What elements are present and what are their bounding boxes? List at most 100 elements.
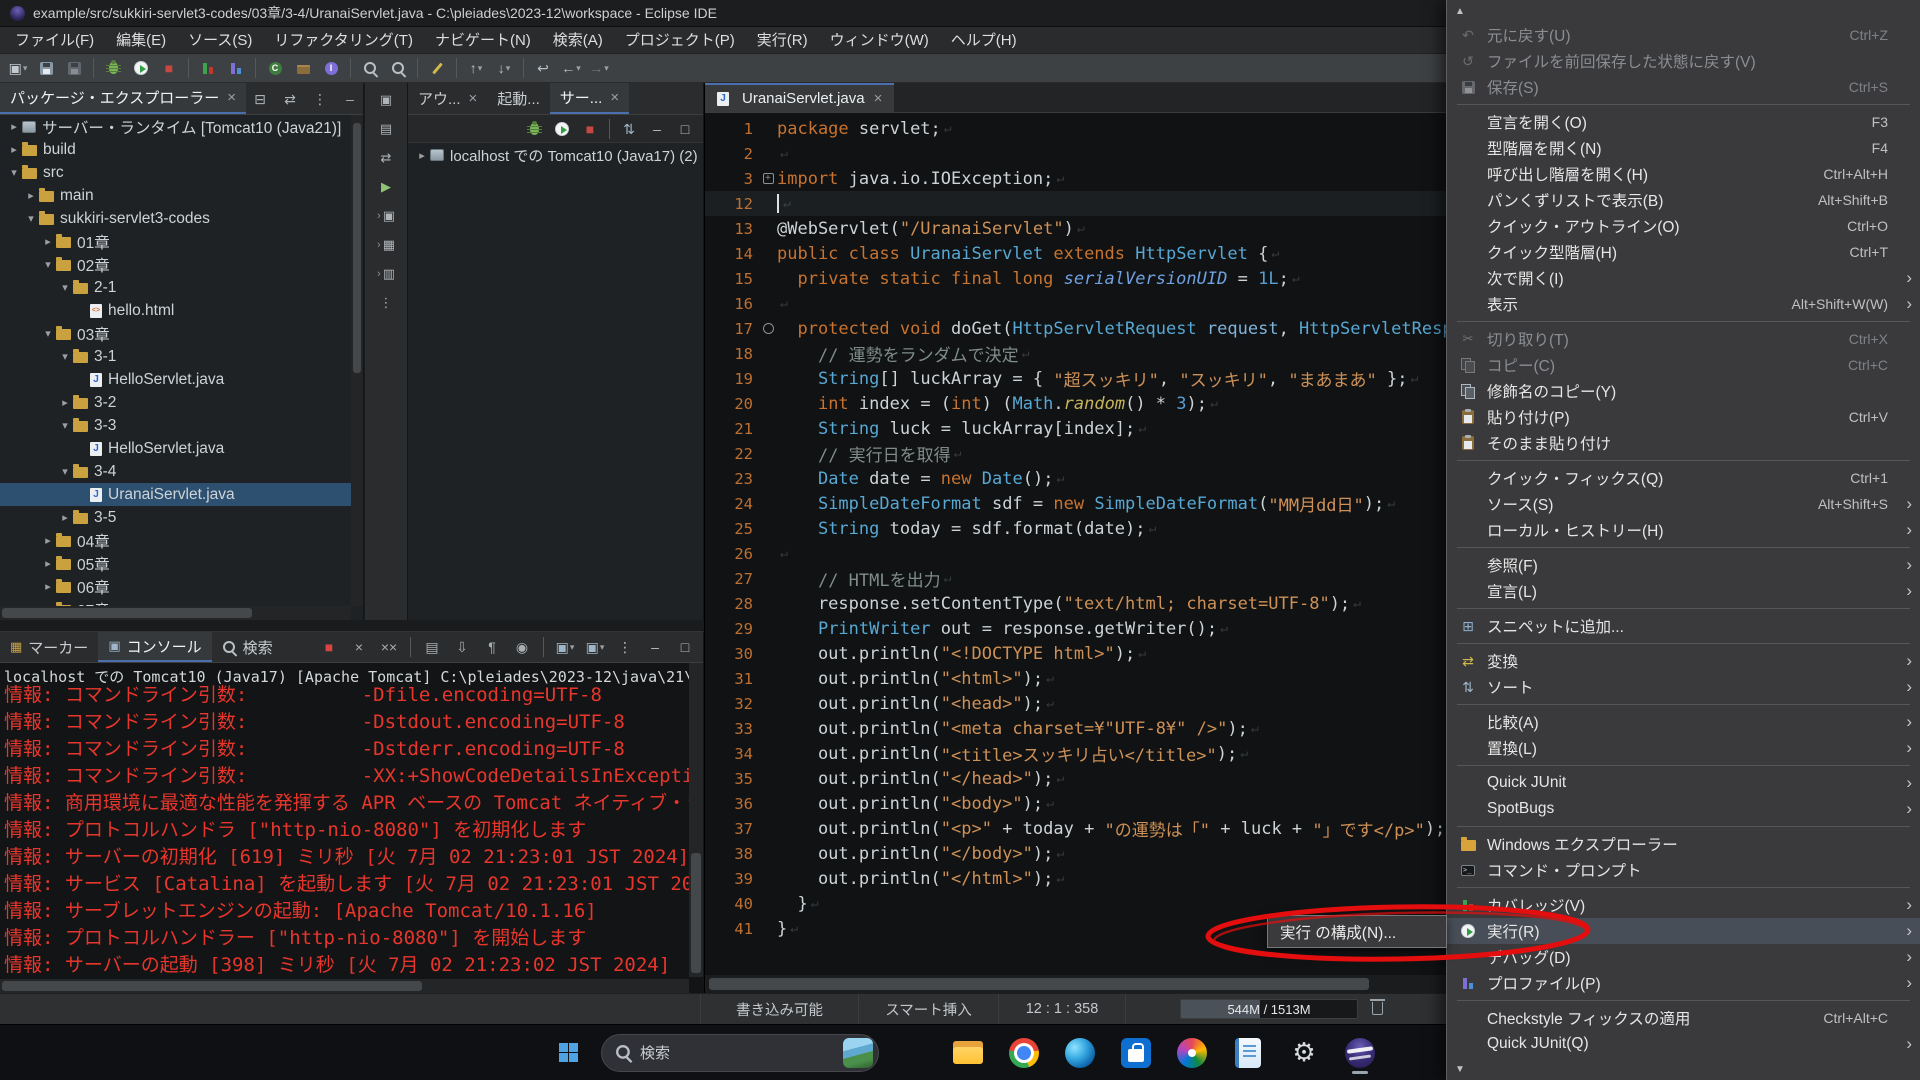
menu-item-quick-junit-q[interactable]: Quick JUnit(Q) › <box>1447 1031 1920 1057</box>
tree-item-hello-html[interactable]: hello.html <box>0 299 351 322</box>
tree-item-3-2[interactable]: ▸ 3-2 <box>0 391 351 414</box>
taskbar-edge-icon[interactable] <box>1057 1030 1103 1076</box>
menu-item-open-call-hierarchy[interactable]: 呼び出し階層を開く(H) Ctrl+Alt+H <box>1447 161 1920 187</box>
menu-item-convert[interactable]: 変換 › <box>1447 648 1920 674</box>
taskbar-settings-icon[interactable] <box>1281 1030 1327 1076</box>
fold-collapsed-icon[interactable]: + <box>762 173 774 184</box>
console-scroll-lock-button[interactable]: ⇩ <box>449 635 475 659</box>
menu-scroll-down[interactable]: ▼ <box>1447 1058 1920 1080</box>
tree-item-ch04[interactable]: ▸ 04章 <box>0 529 351 552</box>
console-remove-all-launches-button[interactable]: ×× <box>376 635 402 659</box>
tree-item-ch06[interactable]: ▸ 06章 <box>0 575 351 598</box>
fold-expandable-icon[interactable] <box>762 323 774 334</box>
toolbar-search-button[interactable] <box>357 56 383 80</box>
menu-item-open-type-hierarchy[interactable]: 型階層を開く(N) F4 <box>1447 135 1920 161</box>
close-icon[interactable]: × <box>874 90 883 107</box>
tree-item-3-4[interactable]: ▾ 3-4 <box>0 460 351 483</box>
menu-item-open-declaration[interactable]: 宣言を開く(O) F3 <box>1447 109 1920 135</box>
menubar-item-source[interactable]: ソース(S) <box>177 27 263 54</box>
menu-item-checkstyle-fix[interactable]: Checkstyle フィックスの適用 Ctrl+Alt+C <box>1447 1005 1920 1031</box>
menu-item-copy-qualified-name[interactable]: 修飾名のコピー(Y) <box>1447 378 1920 404</box>
menu-scroll-up[interactable]: ▲ <box>1447 0 1920 22</box>
menu-item-paste-as-is[interactable]: そのまま貼り付け <box>1447 430 1920 456</box>
tab-markers[interactable]: ▦ マーカー <box>0 632 98 662</box>
console-horizontal-scrollbar[interactable] <box>0 979 689 993</box>
close-icon[interactable]: × <box>610 89 619 106</box>
console-word-wrap-button[interactable]: ¶ <box>479 635 505 659</box>
menu-item-source[interactable]: ソース(S) Alt+Shift+S › <box>1447 491 1920 517</box>
menu-item-quick-junit[interactable]: Quick JUnit › <box>1447 770 1920 796</box>
minimized-view-b-button[interactable]: › ▦ <box>369 234 403 256</box>
minimized-view-a-button[interactable]: › ▣ <box>369 205 403 227</box>
tree-item-2-1[interactable]: ▾ 2-1 <box>0 276 351 299</box>
minimized-view-c-button[interactable]: › ▥ <box>369 263 403 285</box>
toolbar-run-button[interactable] <box>128 56 154 80</box>
tree-item-3-3[interactable]: ▾ 3-3 <box>0 414 351 437</box>
tree-item-ch05[interactable]: ▸ 05章 <box>0 552 351 575</box>
menu-item-sort[interactable]: ソート › <box>1447 674 1920 700</box>
tree-item-build[interactable]: ▸ build <box>0 138 351 161</box>
toolbar-new-class-button[interactable] <box>262 56 288 80</box>
tree-item-server-runtime[interactable]: ▸ サーバー・ランタイム [Tomcat10 (Java21)] <box>0 115 351 138</box>
pkg-minimize-button[interactable]: – <box>337 87 363 111</box>
tab-uranaiservlet-java[interactable]: UranaiServlet.java × <box>705 83 895 112</box>
taskbar-eclipse-icon[interactable] <box>1337 1030 1383 1076</box>
menu-item-quick-type-hierarchy[interactable]: クイック型階層(H) Ctrl+T <box>1447 239 1920 265</box>
close-icon[interactable]: × <box>469 90 478 107</box>
console-terminate-button[interactable]: ■ <box>316 635 342 659</box>
run-configurations-flyout[interactable]: 実行 の構成(N)... <box>1267 915 1447 948</box>
console-clear-console-button[interactable]: ▤ <box>419 635 445 659</box>
taskbar-app-window-icon[interactable] <box>889 1030 935 1076</box>
toolbar-stop-button[interactable]: ■ <box>156 56 182 80</box>
menu-item-compare-with[interactable]: 比較(A) › <box>1447 709 1920 735</box>
toolbar-last-edit-location-button[interactable]: ↩ <box>530 56 556 80</box>
taskbar-notepad-icon[interactable] <box>1225 1030 1271 1076</box>
toolbar-new-interface-button[interactable] <box>318 56 344 80</box>
menubar-item-help[interactable]: ヘルプ(H) <box>940 27 1028 54</box>
toolbar-forward-button[interactable]: → ▾ <box>586 56 612 80</box>
menu-item-show-in[interactable]: 表示 Alt+Shift+W(W) › <box>1447 291 1920 317</box>
garbage-collect-icon[interactable] <box>1370 999 1385 1015</box>
console-display-selected-console-button[interactable]: ▣ ▾ <box>552 635 578 659</box>
menubar-item-file[interactable]: ファイル(F) <box>4 27 105 54</box>
menu-item-show-in-breadcrumb[interactable]: パンくずリストで表示(B) Alt+Shift+B <box>1447 187 1920 213</box>
menu-item-spotbugs[interactable]: SpotBugs › <box>1447 796 1920 822</box>
taskbar-photos-icon[interactable] <box>1169 1030 1215 1076</box>
tree-item-ch03[interactable]: ▾ 03章 <box>0 322 351 345</box>
toolbar-new-package-button[interactable] <box>290 56 316 80</box>
toolbar-mark-occurrences-button[interactable] <box>424 56 450 80</box>
console-minimize-button[interactable]: – <box>642 635 668 659</box>
server-item-tomcat-server[interactable]: ▸ localhost での Tomcat10 (Java17) (2) <box>408 143 703 167</box>
tab-outline[interactable]: アウ... × <box>408 83 487 114</box>
close-icon[interactable]: × <box>227 89 236 106</box>
tree-item-ch07[interactable]: ▸07章 <box>0 598 351 606</box>
minimized-view-launch-button[interactable]: ▶ <box>369 176 403 198</box>
tree-item-sukkiri-servlet3-codes[interactable]: ▾ sukkiri-servlet3-codes <box>0 207 351 230</box>
minimized-view-outline-button[interactable]: ▤ <box>369 118 403 140</box>
menu-item-open-with[interactable]: 次で開く(I) › <box>1447 265 1920 291</box>
pkg-view-menu-button[interactable]: ⋮ <box>307 87 333 111</box>
console-vertical-scrollbar[interactable] <box>689 663 703 977</box>
minimized-view-menu-button[interactable]: ⋮ <box>369 292 403 314</box>
servers-publish-button[interactable]: ⇅ <box>616 117 642 141</box>
console-maximize-button[interactable]: □ <box>672 635 698 659</box>
toolbar-save-all-button[interactable] <box>61 56 87 80</box>
tab-launch[interactable]: 起動... <box>487 83 550 114</box>
toolbar-back-button[interactable]: ← ▾ <box>558 56 584 80</box>
menubar-item-project[interactable]: プロジェクト(P) <box>614 27 746 54</box>
toolbar-coverage-button[interactable] <box>195 56 221 80</box>
console-pin-console-button[interactable]: ◉ <box>509 635 535 659</box>
tab-console[interactable]: ▣ コンソール <box>98 632 212 662</box>
menu-item-run-as[interactable]: 実行(R) › <box>1447 918 1920 944</box>
tab-package-explorer[interactable]: パッケージ・エクスプローラー × <box>0 83 247 114</box>
pkg-collapse-all-button[interactable]: ⊟ <box>247 87 273 111</box>
servers-maximize-button[interactable]: □ <box>672 117 698 141</box>
menu-item-references[interactable]: 参照(F) › <box>1447 552 1920 578</box>
tree-item-ch02[interactable]: ▾ 02章 <box>0 253 351 276</box>
toolbar-next-annotation-button[interactable]: ↓ ▾ <box>491 56 517 80</box>
tree-item-helloservlet-31[interactable]: HelloServlet.java <box>0 368 351 391</box>
minimized-view-sync-button[interactable]: ⇄ <box>369 147 403 169</box>
tree-item-src[interactable]: ▾ src <box>0 161 351 184</box>
tree-item-ch01[interactable]: ▸ 01章 <box>0 230 351 253</box>
tree-item-helloservlet-33[interactable]: HelloServlet.java <box>0 437 351 460</box>
